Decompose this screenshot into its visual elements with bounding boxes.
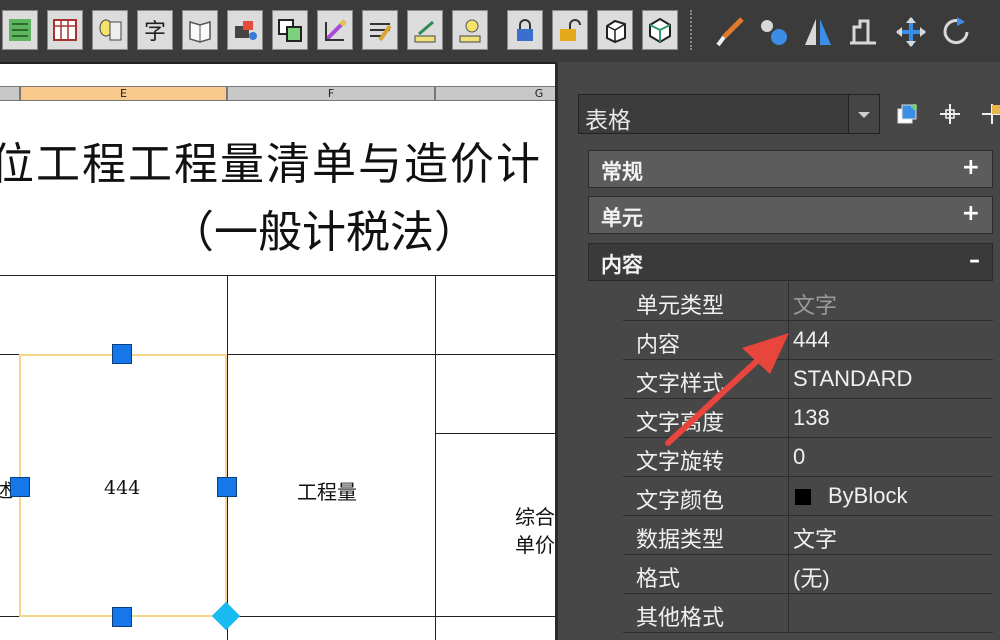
annotation-arrow [665, 333, 789, 446]
